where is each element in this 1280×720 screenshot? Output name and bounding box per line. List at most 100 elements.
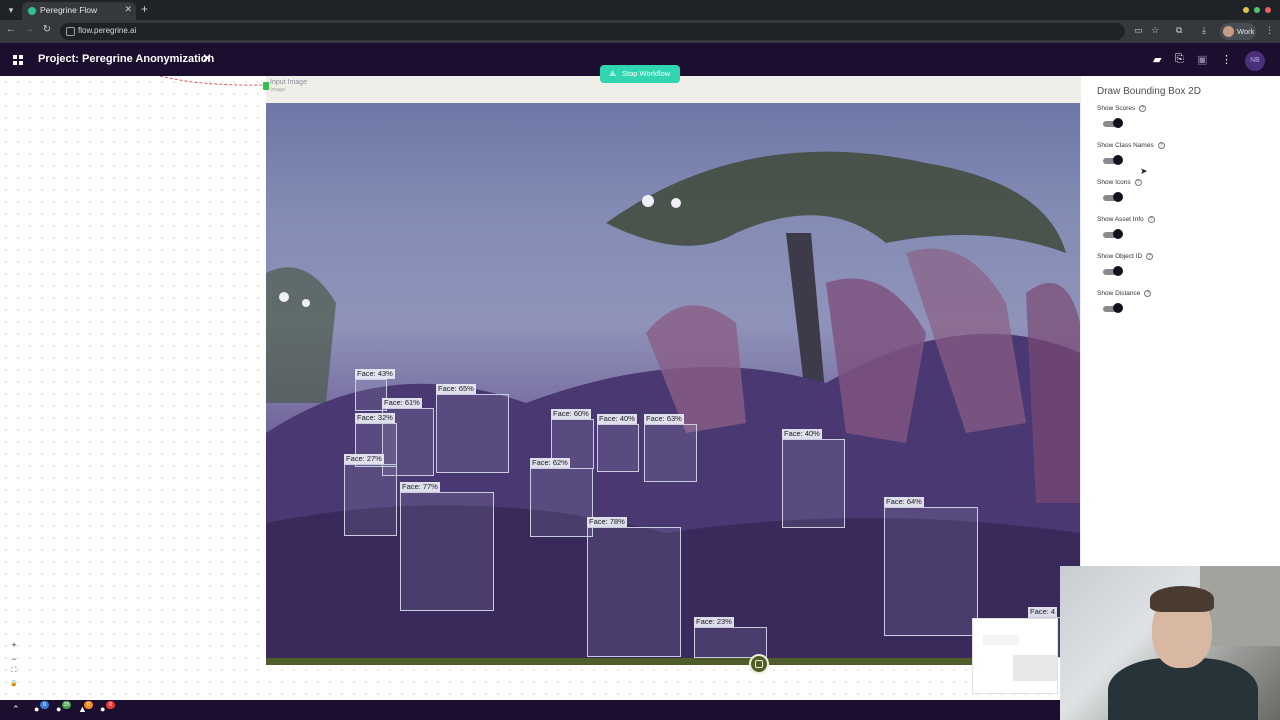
webcam-overlay <box>1060 566 1280 720</box>
detection-label: Face: 43% <box>355 369 395 379</box>
app-grid-icon[interactable] <box>13 55 23 65</box>
face-detection-box: Face: 62% <box>530 458 593 537</box>
fit-view-icon[interactable]: ⛶ <box>8 667 20 675</box>
lock-icon[interactable]: 🔒 <box>8 680 20 687</box>
mouse-cursor-icon: ➤ <box>1140 166 1148 176</box>
toggle-knob <box>1113 303 1123 313</box>
running-icon: ⟁ <box>609 69 617 78</box>
forward-icon[interactable]: → <box>22 24 36 35</box>
detection-label: Face: 61% <box>382 398 422 408</box>
zoom-out-icon[interactable]: − <box>8 654 20 664</box>
user-avatar[interactable]: NB <box>1245 51 1265 71</box>
presenter-hair <box>1150 586 1214 612</box>
download-icon[interactable]: ⤓ <box>1202 25 1206 36</box>
success-status-icon[interactable]: ● <box>56 704 61 714</box>
address-bar[interactable]: flow.peregrine.ai <box>60 23 1125 40</box>
profile-chip[interactable]: Work <box>1220 23 1256 40</box>
zoom-in-icon[interactable]: + <box>8 640 20 650</box>
expand-up-icon[interactable]: ⌃ <box>12 704 20 715</box>
help-icon[interactable]: ? <box>1146 253 1154 260</box>
tab-title: Peregrine Flow <box>40 5 98 15</box>
detection-label: Face: 64% <box>884 497 924 507</box>
site-info-icon[interactable] <box>66 27 75 36</box>
save-icon[interactable]: ▣ <box>1197 53 1207 66</box>
tab-search-icon[interactable]: ▾ <box>4 3 18 17</box>
tab-close-icon[interactable]: ✕ <box>124 4 132 15</box>
video-timeline[interactable] <box>266 658 972 665</box>
cast-icon[interactable]: ▭ <box>1134 25 1143 36</box>
show-icons-toggle[interactable] <box>1103 192 1123 202</box>
peregrine-logo-icon: ✕ <box>202 51 213 65</box>
face-detection-box: Face: 78% <box>587 517 681 657</box>
node-settings-panel: Draw Bounding Box 2D Show Scores? Show C… <box>1080 76 1280 566</box>
profile-label: Work <box>1237 27 1255 36</box>
show-scores-toggle[interactable] <box>1103 118 1123 128</box>
show-class-names-toggle[interactable] <box>1103 155 1123 165</box>
extensions-icon[interactable]: ⧉ <box>1176 25 1182 36</box>
new-file-icon[interactable]: ⎘ <box>1175 53 1184 66</box>
detection-label: Face: 63% <box>644 414 684 424</box>
input-port[interactable] <box>263 82 269 90</box>
info-status-icon[interactable]: ● <box>34 704 39 714</box>
minimize-icon[interactable] <box>1243 7 1249 13</box>
show-object-id-toggle[interactable] <box>1103 266 1123 276</box>
face-detection-box: Face: 65% <box>436 384 509 473</box>
detection-label: Face: 4 <box>1028 607 1058 617</box>
reload-icon[interactable]: ↻ <box>40 24 54 35</box>
detection-label: Face: 65% <box>436 384 476 394</box>
option-label: Show Scores? <box>1097 105 1147 112</box>
window-close-icon[interactable] <box>1265 7 1271 13</box>
url-text: flow.peregrine.ai <box>78 26 137 35</box>
panel-title: Draw Bounding Box 2D <box>1097 86 1201 97</box>
detection-label: Face: 62% <box>530 458 570 468</box>
node-connection-edge <box>159 76 263 86</box>
detection-label: Face: 32% <box>355 413 395 423</box>
option-label: Show Class Names? <box>1097 142 1165 149</box>
show-asset-info-toggle[interactable] <box>1103 229 1123 239</box>
face-detection-box: Face: 63% <box>644 414 697 482</box>
help-icon[interactable]: ? <box>1147 216 1155 223</box>
workflow-canvas[interactable]: Input Image Image Face: 43% Face: 61% Fa… <box>0 76 1080 700</box>
canvas-minimap[interactable] <box>972 618 1058 694</box>
profile-avatar <box>1223 26 1234 37</box>
bottom-status-bar: ⌃ ● 0 ● 35 ▲ 0 ● 0 <box>0 700 1060 720</box>
new-tab-button[interactable]: + <box>141 2 148 16</box>
help-icon[interactable]: ? <box>1134 179 1142 186</box>
detection-label: Face: 77% <box>400 482 440 492</box>
error-status-icon[interactable]: ● <box>100 704 105 714</box>
detection-label: Face: 40% <box>782 429 822 439</box>
option-label: Show Object ID? <box>1097 253 1154 260</box>
bookmark-star-icon[interactable]: ☆ <box>1151 25 1159 36</box>
play-icon <box>755 660 763 668</box>
detection-label: Face: 27% <box>344 454 384 464</box>
favicon-icon <box>28 7 36 15</box>
detection-label: Face: 40% <box>597 414 637 424</box>
help-icon[interactable]: ? <box>1144 290 1152 297</box>
maximize-icon[interactable] <box>1254 7 1260 13</box>
node-sublabel: Image <box>270 87 286 93</box>
option-label: Show Asset Info? <box>1097 216 1155 223</box>
node-label: Input Image <box>270 79 307 86</box>
face-detection-box: Face: 77% <box>400 482 494 611</box>
warning-count-badge: 0 <box>84 701 93 709</box>
face-detection-box: Face: 40% <box>597 414 639 472</box>
project-title: Project: Peregrine Anonymization <box>38 53 215 65</box>
face-detection-box: Face: 64% <box>884 497 978 636</box>
stop-workflow-button[interactable]: ⟁ Stop Workflow <box>600 65 680 83</box>
minimap-node <box>983 635 1019 645</box>
error-count-badge: 0 <box>106 701 115 709</box>
more-menu-icon[interactable]: ⋮ <box>1221 53 1232 66</box>
preview-image: Face: 43% Face: 61% Face: 65% Face: 32% … <box>266 103 1080 658</box>
face-detection-box: Face: 40% <box>782 429 845 528</box>
detection-label: Face: 78% <box>587 517 627 527</box>
show-distance-toggle[interactable] <box>1103 303 1123 313</box>
stop-workflow-label: Stop Workflow <box>622 69 671 78</box>
help-icon[interactable]: ? <box>1157 142 1165 149</box>
help-icon[interactable]: ? <box>1139 105 1147 112</box>
browser-tab[interactable]: Peregrine Flow ✕ <box>22 2 136 20</box>
option-label: Show Icons? <box>1097 179 1142 186</box>
play-button[interactable] <box>749 654 769 674</box>
back-icon[interactable]: ← <box>4 24 18 35</box>
browser-menu-icon[interactable]: ⋮ <box>1265 25 1274 36</box>
folder-icon[interactable]: ▰ <box>1153 53 1161 66</box>
